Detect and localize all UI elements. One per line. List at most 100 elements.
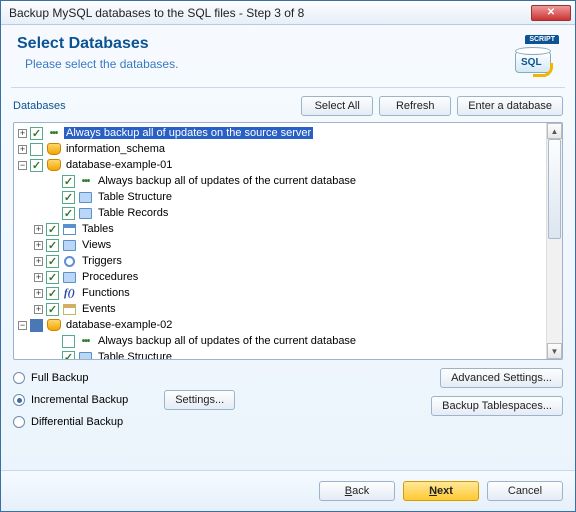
tree-row-db1-tables[interactable]: + Tables — [14, 221, 546, 237]
tree-row-db1-triggers[interactable]: + Triggers — [14, 253, 546, 269]
enter-database-button[interactable]: Enter a database — [457, 96, 563, 116]
bullets-icon: ••• — [78, 334, 93, 348]
checkbox[interactable] — [30, 143, 43, 156]
collapse-icon[interactable]: − — [18, 321, 27, 330]
page-title: Select Databases — [17, 35, 511, 53]
checkbox[interactable] — [62, 175, 75, 188]
checkbox[interactable] — [62, 351, 75, 360]
next-button[interactable]: Next — [403, 481, 479, 501]
table-structure-icon — [78, 350, 93, 359]
checkbox[interactable] — [30, 159, 43, 172]
scroll-up-button[interactable]: ▲ — [547, 123, 562, 139]
tree-label[interactable]: database-example-02 — [64, 319, 174, 331]
radio-icon[interactable] — [13, 372, 25, 384]
triggers-icon — [62, 254, 77, 268]
tree-row-db1-procedures[interactable]: + Procedures — [14, 269, 546, 285]
tables-icon — [62, 222, 77, 236]
tree-row-db1-views[interactable]: + Views — [14, 237, 546, 253]
cancel-button[interactable]: Cancel — [487, 481, 563, 501]
page-subtitle: Please select the databases. — [17, 57, 511, 71]
radio-differential-backup[interactable]: Differential Backup — [13, 416, 423, 428]
expand-icon[interactable]: + — [34, 241, 43, 250]
expand-icon[interactable]: + — [18, 129, 27, 138]
advanced-settings-button[interactable]: Advanced Settings... — [440, 368, 563, 388]
databases-label: Databases — [13, 100, 295, 112]
back-button[interactable]: Back — [319, 481, 395, 501]
header-text: Select Databases Please select the datab… — [17, 35, 511, 71]
tree-row-db1-records[interactable]: Table Records — [14, 205, 546, 221]
scroll-track[interactable] — [547, 139, 562, 343]
expand-icon[interactable]: + — [34, 289, 43, 298]
header: Select Databases Please select the datab… — [1, 25, 575, 87]
tree-row-db1-functions[interactable]: + f() Functions — [14, 285, 546, 301]
checkbox[interactable] — [46, 271, 59, 284]
window-title: Backup MySQL databases to the SQL files … — [9, 6, 531, 20]
checkbox-partial[interactable] — [30, 319, 43, 332]
expand-icon[interactable]: + — [34, 273, 43, 282]
checkbox[interactable] — [62, 191, 75, 204]
select-all-button[interactable]: Select All — [301, 96, 373, 116]
tree-label[interactable]: Table Structure — [96, 351, 174, 359]
titlebar[interactable]: Backup MySQL databases to the SQL files … — [1, 1, 575, 25]
tree-label[interactable]: Always backup all of updates on the sour… — [64, 127, 313, 139]
expand-icon[interactable]: + — [34, 305, 43, 314]
radio-icon[interactable] — [13, 416, 25, 428]
tree-row-db2-structure[interactable]: Table Structure — [14, 349, 546, 359]
tree-row-db1[interactable]: − database-example-01 — [14, 157, 546, 173]
procedures-icon — [62, 270, 77, 284]
collapse-icon[interactable]: − — [18, 161, 27, 170]
radio-label: Differential Backup — [31, 416, 123, 428]
database-icon — [46, 158, 61, 172]
tree-row-db1-events[interactable]: + Events — [14, 301, 546, 317]
wizard-window: Backup MySQL databases to the SQL files … — [0, 0, 576, 512]
radio-label: Incremental Backup — [31, 394, 128, 406]
expand-icon[interactable]: + — [34, 257, 43, 266]
checkbox[interactable] — [46, 303, 59, 316]
scrollbar[interactable]: ▲ ▼ — [546, 123, 562, 359]
tree-label[interactable]: Events — [80, 303, 118, 315]
tree-label[interactable]: Table Records — [96, 207, 170, 219]
expand-icon[interactable]: + — [18, 145, 27, 154]
table-structure-icon — [78, 190, 93, 204]
footer: Back Next Cancel — [1, 470, 575, 511]
checkbox[interactable] — [46, 287, 59, 300]
expand-icon[interactable]: + — [34, 225, 43, 234]
tree-label[interactable]: Tables — [80, 223, 116, 235]
checkbox[interactable] — [46, 239, 59, 252]
close-button[interactable]: ✕ — [531, 5, 571, 21]
radio-incremental-backup[interactable]: Incremental Backup Settings... — [13, 394, 423, 406]
database-icon — [46, 142, 61, 156]
checkbox[interactable] — [62, 207, 75, 220]
scroll-thumb[interactable] — [548, 139, 561, 239]
tree-row-db1-structure[interactable]: Table Structure — [14, 189, 546, 205]
settings-button[interactable]: Settings... — [164, 390, 235, 410]
tree-label[interactable]: Always backup all of updates of the curr… — [96, 175, 358, 187]
bullets-icon: ••• — [46, 126, 61, 140]
table-records-icon — [78, 206, 93, 220]
tree-row-information-schema[interactable]: + information_schema — [14, 141, 546, 157]
tree-row-db2-always[interactable]: ••• Always backup all of updates of the … — [14, 333, 546, 349]
tree-row-db1-always[interactable]: ••• Always backup all of updates of the … — [14, 173, 546, 189]
tree-row-db2[interactable]: − database-example-02 — [14, 317, 546, 333]
checkbox[interactable] — [30, 127, 43, 140]
tree-label[interactable]: Views — [80, 239, 113, 251]
refresh-button[interactable]: Refresh — [379, 96, 451, 116]
scroll-down-button[interactable]: ▼ — [547, 343, 562, 359]
tree-label[interactable]: Table Structure — [96, 191, 174, 203]
radio-full-backup[interactable]: Full Backup — [13, 372, 423, 384]
checkbox[interactable] — [62, 335, 75, 348]
backup-tablespaces-button[interactable]: Backup Tablespaces... — [431, 396, 563, 416]
tree-label[interactable]: database-example-01 — [64, 159, 174, 171]
toolbar: Databases Select All Refresh Enter a dat… — [1, 94, 575, 122]
checkbox[interactable] — [46, 223, 59, 236]
tree-label[interactable]: Triggers — [80, 255, 124, 267]
radio-icon[interactable] — [13, 394, 25, 406]
tree-label[interactable]: Functions — [80, 287, 132, 299]
backup-options: Full Backup Incremental Backup Settings.… — [1, 360, 575, 432]
databases-tree: + ••• Always backup all of updates on th… — [13, 122, 563, 360]
tree-label[interactable]: Procedures — [80, 271, 140, 283]
tree-label[interactable]: Always backup all of updates of the curr… — [96, 335, 358, 347]
tree-row-always-source[interactable]: + ••• Always backup all of updates on th… — [14, 125, 546, 141]
tree-label[interactable]: information_schema — [64, 143, 167, 155]
checkbox[interactable] — [46, 255, 59, 268]
